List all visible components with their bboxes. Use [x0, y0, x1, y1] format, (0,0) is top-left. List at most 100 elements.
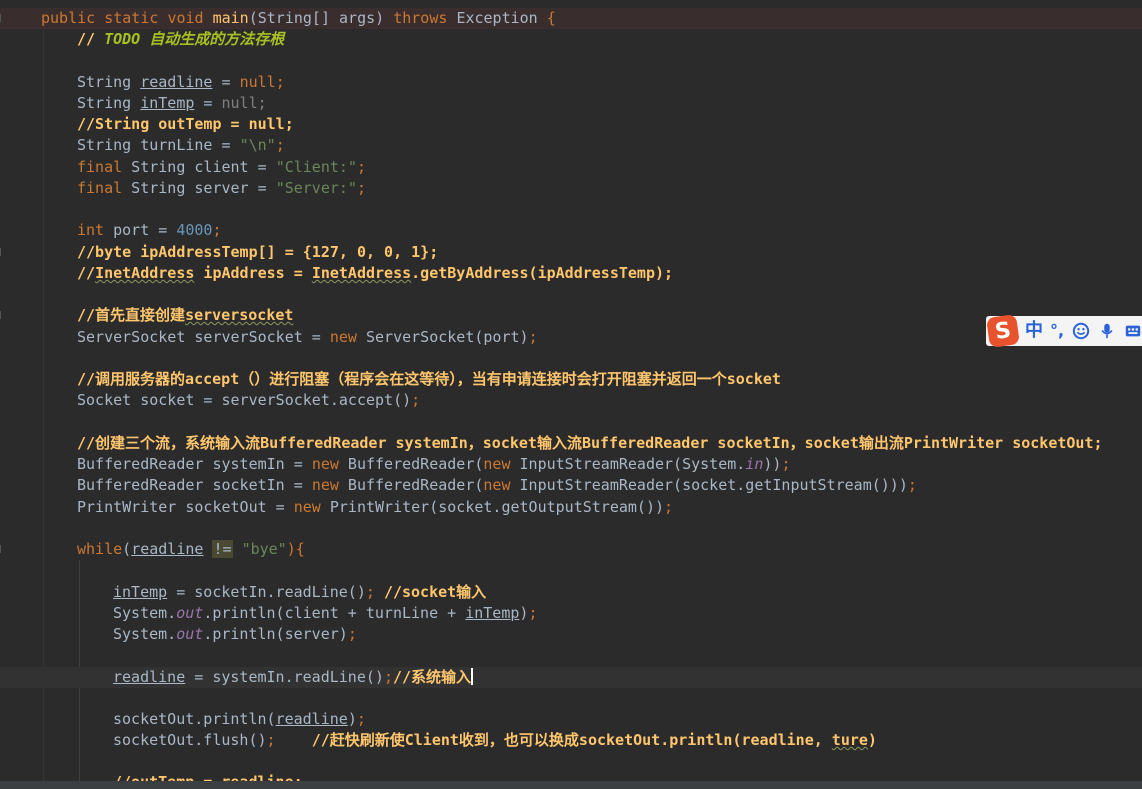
- todo-marker: TODO: [104, 30, 141, 48]
- semicolon: ;: [257, 94, 267, 112]
- operator: =: [212, 73, 240, 91]
- comment: //: [77, 264, 96, 282]
- code-line-6[interactable]: //String outTemp = null;: [0, 114, 1142, 135]
- semicolon: ;: [528, 604, 538, 622]
- semicolon: ;: [275, 136, 285, 154]
- sogou-logo-icon[interactable]: S: [986, 314, 1020, 348]
- declaration: port =: [104, 221, 177, 239]
- fold-marker[interactable]: [0, 14, 5, 22]
- constructor-call: PrintWriter(socket.getOutputStream()): [320, 498, 665, 516]
- code-line-24[interactable]: PrintWriter socketOut = new PrintWriter(…: [0, 497, 1142, 518]
- variable: readline: [275, 710, 348, 728]
- constructor-call: BufferedReader(: [338, 455, 484, 473]
- keyword-null: null: [221, 94, 258, 112]
- declaration: BufferedReader systemIn =: [77, 455, 312, 473]
- horizontal-scrollbar[interactable]: [0, 781, 1142, 789]
- variable: inTemp: [113, 583, 168, 601]
- keyword: int: [77, 221, 105, 239]
- code-line-37[interactable]: //outTemp = readline;: [0, 772, 1142, 781]
- operator: !=: [212, 540, 233, 558]
- code-editor[interactable]: public static void main(String[] args) t…: [0, 0, 1142, 781]
- code-line-29[interactable]: System.out.println(client + turnLine + i…: [0, 603, 1142, 624]
- keyword: new: [483, 476, 511, 494]
- statement: = socketIn.readLine(): [167, 583, 366, 601]
- statement: = systemIn.readLine(): [185, 668, 384, 686]
- params: (String[] args): [248, 9, 385, 27]
- code-line-32-current[interactable]: readline = systemIn.readLine();//系统输入: [0, 667, 1142, 688]
- comment-word: InetAddress: [311, 264, 412, 282]
- constructor-call: ServerSocket(port): [356, 328, 529, 346]
- keyword: new: [311, 476, 339, 494]
- type: String: [77, 94, 132, 112]
- code-line-1[interactable]: public static void main(String[] args) t…: [0, 8, 1142, 29]
- semicolon: ;: [356, 158, 366, 176]
- semicolon: ;: [781, 455, 791, 473]
- comment: //outTemp = readline;: [113, 772, 303, 781]
- declaration: BufferedReader socketIn =: [77, 476, 312, 494]
- declaration: ServerSocket serverSocket =: [77, 328, 330, 346]
- ime-punctuation-toggle[interactable]: °,: [1050, 316, 1064, 346]
- code-line-5[interactable]: String inTemp = null;: [0, 93, 1142, 114]
- code-line-15[interactable]: //首先直接创建serversocket: [0, 305, 1142, 326]
- statement: socketOut.flush(): [113, 731, 267, 749]
- string-literal: "Server:": [275, 179, 357, 197]
- fold-marker[interactable]: [0, 311, 5, 319]
- emoji-icon[interactable]: [1072, 322, 1090, 340]
- code-line-16[interactable]: ServerSocket serverSocket = new ServerSo…: [0, 327, 1142, 348]
- paren: ): [347, 710, 357, 728]
- declaration: String server =: [122, 179, 276, 197]
- keyword: final: [77, 158, 123, 176]
- ime-toolbar[interactable]: S 中 °,: [986, 314, 1142, 348]
- code-line-2[interactable]: // TODO 自动生成的方法存根: [0, 29, 1142, 50]
- code-line-7[interactable]: String turnLine = "\n";: [0, 135, 1142, 156]
- operator: =: [194, 94, 222, 112]
- code-line-19[interactable]: Socket socket = serverSocket.accept();: [0, 390, 1142, 411]
- code-line-12[interactable]: //byte ipAddressTemp[] = {127, 0, 0, 1};: [0, 242, 1142, 263]
- comment: ): [867, 731, 877, 749]
- brace: {: [546, 9, 556, 27]
- fold-marker[interactable]: [0, 545, 5, 553]
- code-line-21[interactable]: //创建三个流，系统输入流BufferedReader systemIn，soc…: [0, 433, 1142, 454]
- text-caret: [471, 668, 474, 685]
- statement: System.: [113, 625, 177, 643]
- keyword: throws: [393, 9, 448, 27]
- type: String: [77, 73, 132, 91]
- code-line-13[interactable]: //InetAddress ipAddress = InetAddress.ge…: [0, 263, 1142, 284]
- code-line-35[interactable]: socketOut.flush(); //赶快刷新使Client收到，也可以换成…: [0, 730, 1142, 751]
- declaration: String client =: [122, 158, 276, 176]
- method-name: main: [212, 9, 249, 27]
- fold-marker[interactable]: [0, 248, 5, 256]
- keyword: new: [293, 498, 321, 516]
- code-line-9[interactable]: final String server = "Server:";: [0, 178, 1142, 199]
- code-line-23[interactable]: BufferedReader socketIn = new BufferedRe…: [0, 475, 1142, 496]
- comment: ipAddress =: [194, 264, 312, 282]
- semicolon: ;: [528, 328, 538, 346]
- code-line-18[interactable]: //调用服务器的accept（）进行阻塞（程序会在这等待），当有申请连接时会打开…: [0, 369, 1142, 390]
- constructor-call: InputStreamReader(System.: [510, 455, 746, 473]
- code-line-4[interactable]: String readline = null;: [0, 72, 1142, 93]
- code-line-8[interactable]: final String client = "Client:";: [0, 157, 1142, 178]
- code-line-26[interactable]: while(readline != "bye"){: [0, 539, 1142, 560]
- semicolon: ;: [266, 731, 276, 749]
- statement: socketOut.println(: [113, 710, 276, 728]
- code-line-30[interactable]: System.out.println(server);: [0, 624, 1142, 645]
- keyboard-icon[interactable]: [1124, 322, 1142, 340]
- code-line-28[interactable]: inTemp = socketIn.readLine(); //socket输入: [0, 582, 1142, 603]
- constructor-call: BufferedReader(: [338, 476, 484, 494]
- semicolon: ;: [365, 583, 375, 601]
- code-line-11[interactable]: int port = 4000;: [0, 220, 1142, 241]
- comment-slashes: //: [77, 30, 105, 48]
- semicolon: ;: [907, 476, 917, 494]
- semicolon: ;: [664, 498, 674, 516]
- keyword: new: [311, 455, 339, 473]
- microphone-icon[interactable]: [1098, 322, 1116, 340]
- ime-mode-toggle[interactable]: 中: [1025, 316, 1043, 346]
- keyword: new: [329, 328, 357, 346]
- code-line-22[interactable]: BufferedReader systemIn = new BufferedRe…: [0, 454, 1142, 475]
- string-literal: "bye": [241, 540, 287, 558]
- keyword: public: [41, 9, 96, 27]
- static-field: out: [176, 604, 204, 622]
- code-line-34[interactable]: socketOut.println(readline);: [0, 709, 1142, 730]
